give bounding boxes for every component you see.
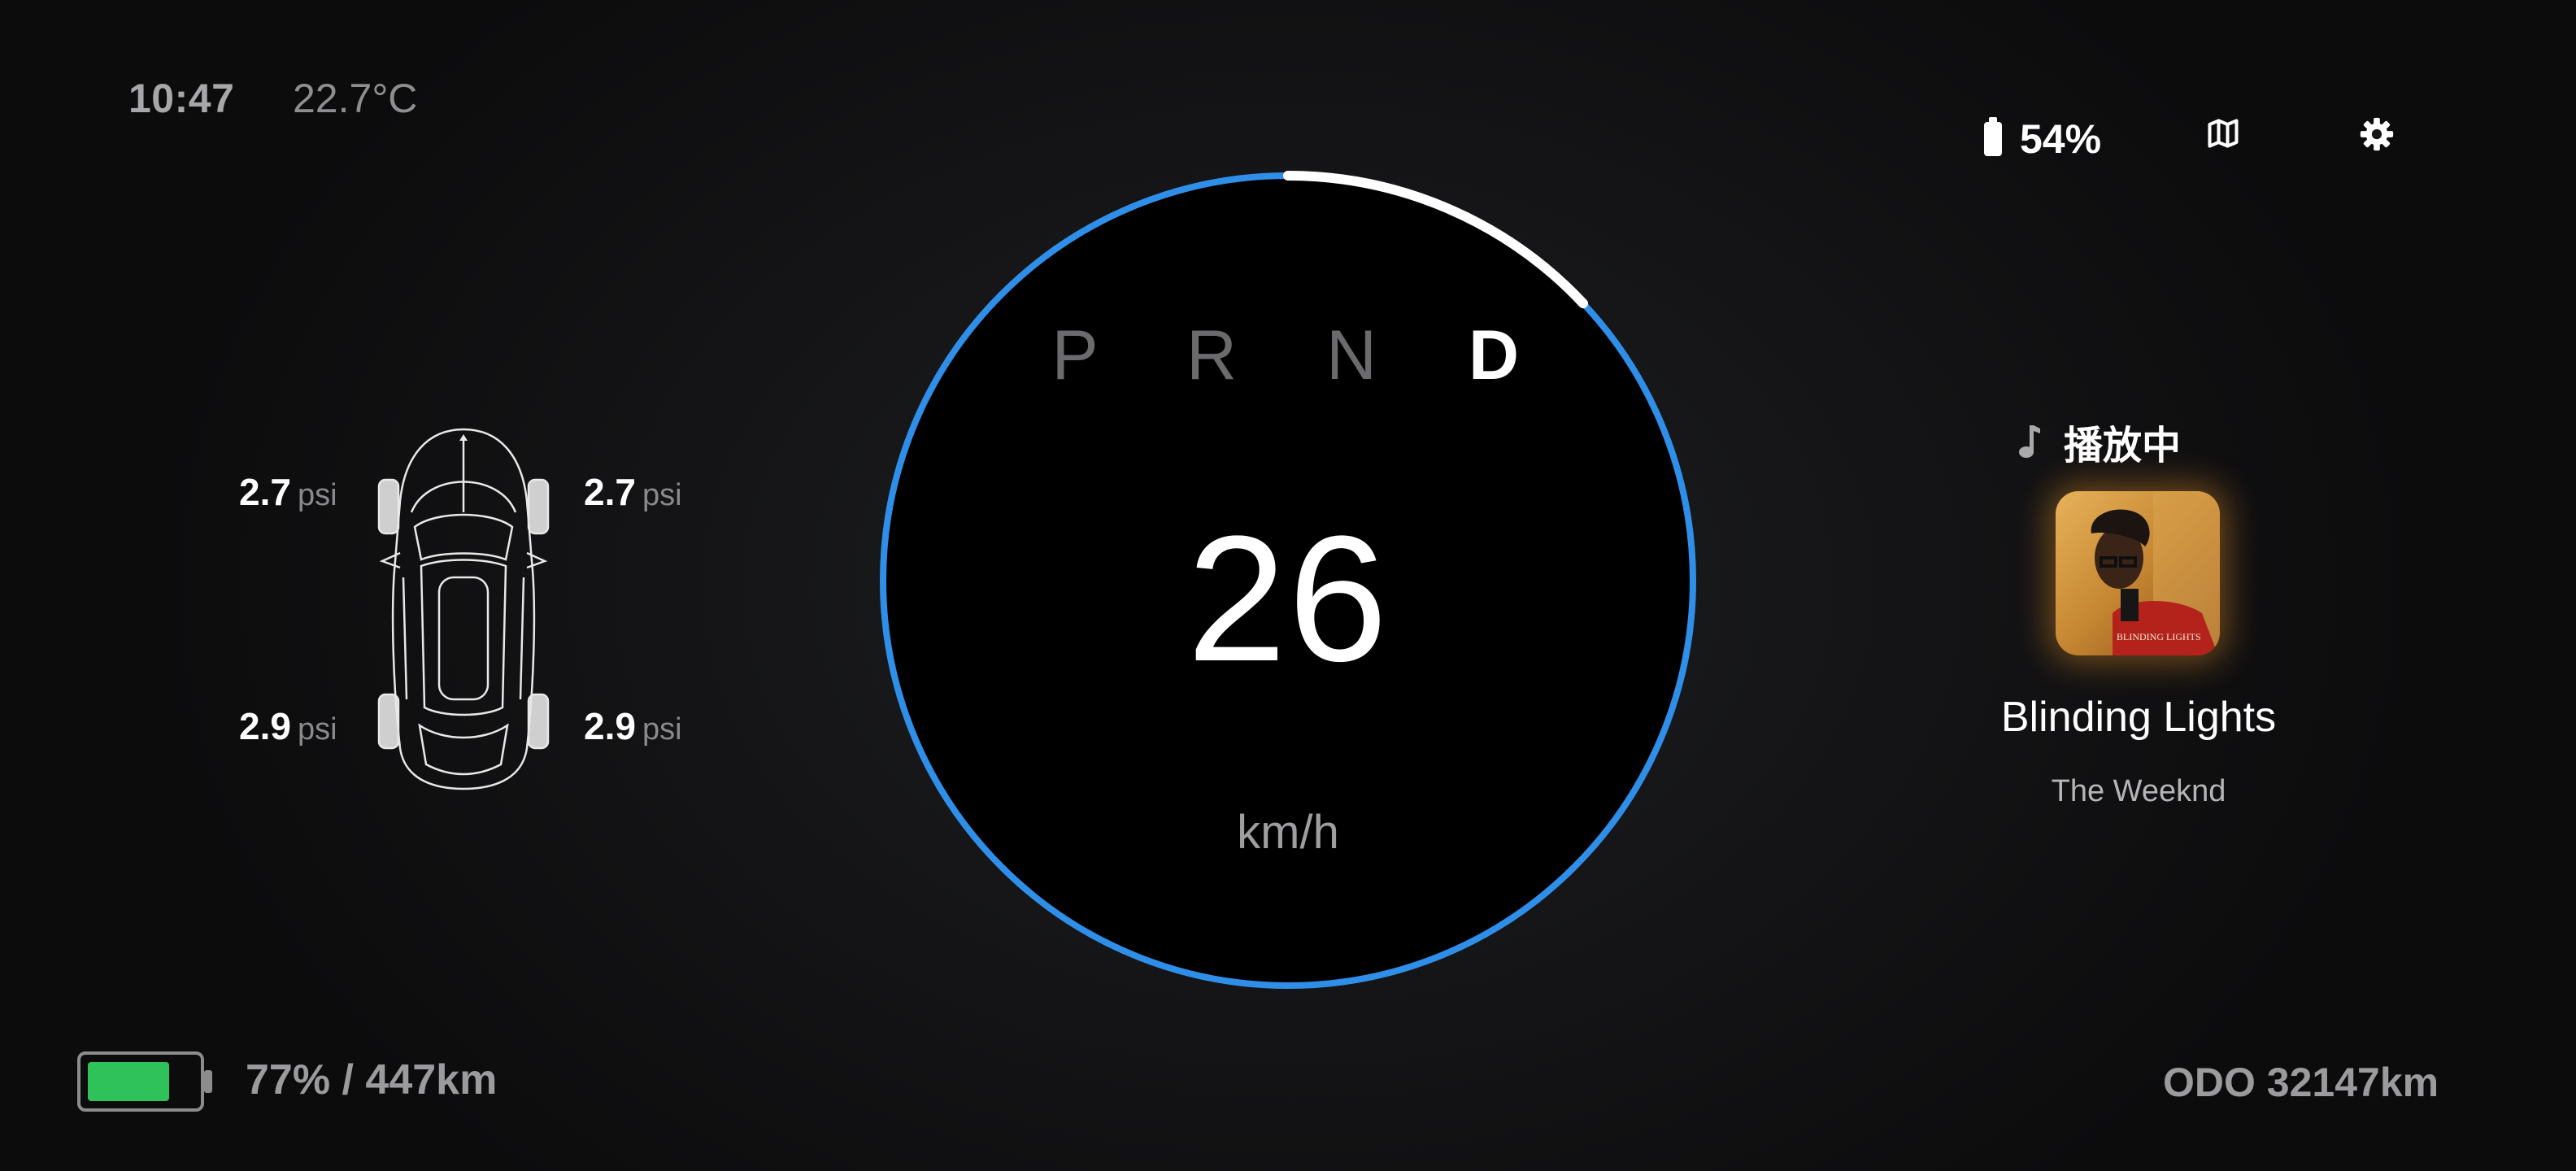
battery-level-indicator [77,1051,212,1112]
battery-status: 54% [1984,115,2101,163]
clock: 10:47 [128,76,235,121]
gear-p[interactable]: P [1026,316,1124,396]
map-icon [2208,119,2239,148]
range-text: 77% / 447km [246,1056,498,1104]
speed-value: 26 [1186,498,1390,699]
dashboard-screen: 10:47 22.7°C 54% 2.7 psi 2.7 psi 2.9 psi… [0,0,2576,1171]
album-art[interactable]: BLINDING LIGHTS [2056,491,2220,655]
car-top-view-icon [377,428,550,790]
battery-percent: 54% [2020,116,2102,162]
gear-icon [2360,117,2394,151]
tire-pressure-rear-left: 2.9 psi [239,705,337,747]
now-playing-header: 播放中 [2017,413,2181,470]
music-note-icon [2019,425,2040,458]
artist-name: The Weeknd [2051,774,2226,808]
speed-unit: km/h [1237,806,1339,859]
song-title[interactable]: Blinding Lights [1895,693,2382,742]
gear-n[interactable]: N [1303,316,1400,396]
gear-r[interactable]: R [1163,316,1260,396]
map-button[interactable] [2205,115,2241,151]
tire-pressure-rear-right: 2.9 psi [584,705,682,747]
album-art-text: BLINDING LIGHTS [2117,631,2201,642]
odometer: ODO 32147km [2163,1060,2439,1105]
now-playing-label: 播放中 [2064,424,2182,468]
outside-temperature: 22.7°C [293,76,418,121]
battery-icon [1984,117,2002,156]
tire-pressure-front-left: 2.7 psi [239,471,337,513]
tire-pressure-front-right: 2.7 psi [584,471,682,513]
battery-fill [88,1062,169,1101]
gear-d[interactable]: D [1445,316,1543,396]
settings-button[interactable] [2358,115,2395,153]
